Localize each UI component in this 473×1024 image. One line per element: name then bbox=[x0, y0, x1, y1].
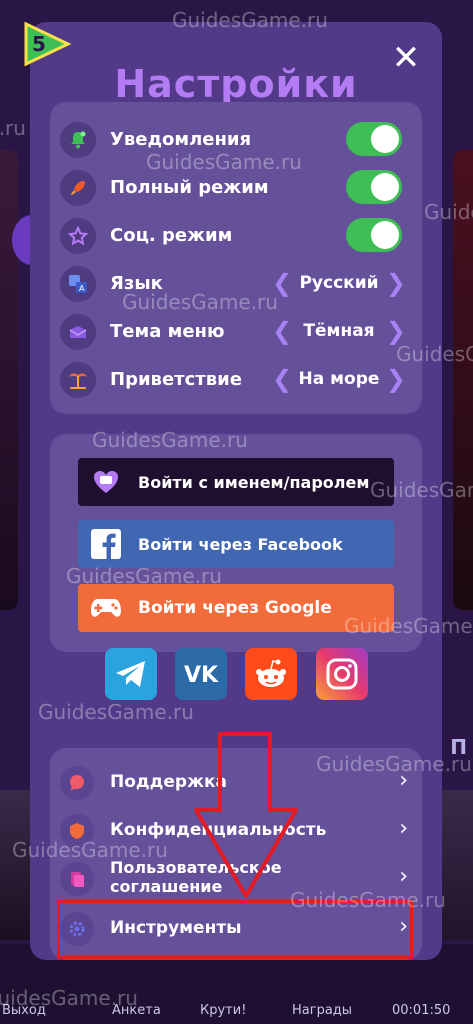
background-card-bottom-left bbox=[0, 790, 30, 940]
login-password-label: Войти с именем/паролем bbox=[138, 472, 370, 492]
greeting-selector: ❮ На море ❯ bbox=[272, 362, 406, 398]
setting-menu-theme: Тема меню ❮ Тёмная ❯ bbox=[50, 310, 422, 356]
watermark: GuidesGame.ru bbox=[122, 290, 278, 314]
star-icon bbox=[60, 218, 96, 254]
social-mode-toggle[interactable] bbox=[346, 218, 402, 252]
watermark: GuidesGame.ru bbox=[316, 752, 472, 776]
setting-label: Полный режим bbox=[110, 177, 269, 198]
setting-label: Соц. режим bbox=[110, 225, 233, 246]
watermark: GuidesGame.ru bbox=[66, 564, 222, 588]
language-next-button[interactable]: ❯ bbox=[386, 266, 406, 300]
annotation-arrow-icon bbox=[194, 732, 298, 898]
greeting-next-button[interactable]: ❯ bbox=[386, 362, 406, 396]
support-chat-icon bbox=[60, 766, 94, 800]
watermark: GuidesGame.ru bbox=[396, 342, 473, 366]
gamepad-icon bbox=[90, 592, 122, 624]
notifications-toggle[interactable] bbox=[346, 122, 402, 156]
theme-value: Тёмная bbox=[303, 321, 375, 341]
settings-panel: Уведомления Полный режим Соц. режим A Яз… bbox=[50, 102, 422, 414]
heart-chat-icon bbox=[90, 466, 122, 498]
setting-greeting: Приветствие ❮ На море ❯ bbox=[50, 358, 422, 404]
watermark: GuidesGame.ru bbox=[172, 8, 328, 32]
reddit-icon[interactable] bbox=[245, 648, 297, 700]
facebook-icon bbox=[90, 528, 122, 560]
rocket-icon bbox=[60, 170, 96, 206]
watermark: GuidesGame.ru bbox=[12, 838, 168, 862]
translate-icon: A bbox=[60, 266, 96, 302]
greeting-value: На море bbox=[298, 369, 380, 389]
watermark: GuidesGame.ru bbox=[370, 478, 473, 502]
nav-spin[interactable]: Крути! bbox=[200, 1003, 246, 1018]
setting-social-mode: Соц. режим bbox=[50, 214, 422, 260]
theme-selector: ❮ Тёмная ❯ bbox=[272, 314, 406, 350]
watermark: GuidesGame.ru bbox=[0, 986, 138, 1010]
svg-text:VK: VK bbox=[184, 663, 219, 685]
language-selector: ❮ Русский ❯ bbox=[272, 266, 406, 302]
vk-icon[interactable]: VK bbox=[175, 648, 227, 700]
watermark: GuidesGame.ru bbox=[92, 428, 248, 452]
background-card-left bbox=[0, 150, 18, 610]
envelope-icon bbox=[60, 314, 96, 350]
watermark: GuidesGame.ru bbox=[344, 614, 473, 638]
setting-label: Уведомления bbox=[110, 129, 252, 150]
watermark: GuidesGame.ru bbox=[290, 888, 446, 912]
nav-rewards[interactable]: Награды bbox=[292, 1003, 352, 1018]
level-badge: 5 bbox=[22, 20, 72, 68]
page-title: Настройки bbox=[114, 62, 358, 106]
login-google-label: Войти через Google bbox=[138, 598, 332, 618]
chevron-right-icon: › bbox=[399, 864, 408, 889]
telegram-icon[interactable] bbox=[105, 648, 157, 700]
watermark: GuidesGame.ru bbox=[0, 116, 26, 140]
full-mode-toggle[interactable] bbox=[346, 170, 402, 204]
watermark: GuidesGame.ru bbox=[146, 150, 302, 174]
login-facebook-button[interactable]: Войти через Facebook bbox=[78, 520, 394, 568]
bell-icon bbox=[60, 122, 96, 158]
level-number: 5 bbox=[32, 32, 46, 56]
watermark: GuidesGame.ru bbox=[38, 700, 194, 724]
palm-icon bbox=[60, 362, 96, 398]
language-value: Русский bbox=[299, 273, 379, 293]
instagram-icon[interactable] bbox=[316, 648, 368, 700]
login-password-button[interactable]: Войти с именем/паролем bbox=[78, 458, 394, 506]
setting-label: Приветствие bbox=[110, 369, 242, 390]
document-icon bbox=[60, 862, 94, 896]
setting-label: Тема меню bbox=[110, 321, 225, 342]
close-button[interactable]: ✕ bbox=[388, 40, 424, 76]
svg-text:A: A bbox=[79, 284, 85, 293]
login-facebook-label: Войти через Facebook bbox=[138, 534, 343, 554]
chevron-right-icon: › bbox=[399, 816, 408, 841]
watermark: GuidesGame.ru bbox=[424, 200, 473, 224]
nav-timer: 00:01:50 bbox=[392, 1003, 451, 1018]
